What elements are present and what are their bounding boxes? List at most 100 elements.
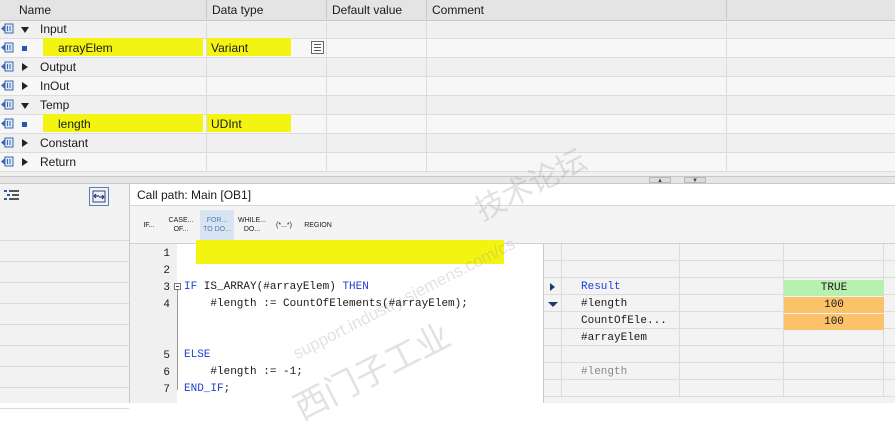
ribbon-label: (*...*) xyxy=(276,222,292,229)
collapse-down-button[interactable]: ▼ xyxy=(684,177,706,184)
code-line[interactable]: ELSE xyxy=(184,347,210,364)
monitor-grid-cell xyxy=(544,261,884,277)
interface-row[interactable]: length UDInt xyxy=(0,114,895,134)
splitter-bar[interactable]: ▲ ▼ xyxy=(0,176,895,184)
parameter-name: InOut xyxy=(40,79,70,93)
name-cell[interactable]: InOut xyxy=(0,77,207,95)
data-type-cell[interactable] xyxy=(207,77,327,95)
code-line[interactable]: #length := -1; xyxy=(184,364,302,381)
monitor-value: 100 xyxy=(784,297,884,313)
insert-while-button[interactable]: WHILE... DO... xyxy=(236,210,268,240)
insert-case-button[interactable]: CASE... OF... xyxy=(165,210,197,240)
monitor-label: #length xyxy=(581,298,628,310)
interface-table: Name Data type Default value Comment Inp… xyxy=(0,0,895,176)
panel-row xyxy=(0,367,129,388)
data-type-cell[interactable]: Variant xyxy=(207,38,327,57)
data-type-cell[interactable] xyxy=(207,96,327,114)
data-type-cell[interactable] xyxy=(207,20,327,38)
insert-for-button[interactable]: FOR... TO DO... xyxy=(200,210,234,240)
monitor-panel: Result TRUE #length 100 CountOfEle... 100 #arr… xyxy=(543,244,895,403)
name-cell[interactable]: Return xyxy=(0,153,207,171)
call-path: Call path: Main [OB1] xyxy=(130,184,895,206)
code-line[interactable]: END_IF; xyxy=(184,381,230,398)
name-cell[interactable]: Output xyxy=(0,58,207,76)
list-indent-icon[interactable] xyxy=(4,188,20,202)
comment-cell[interactable] xyxy=(427,134,727,152)
code-line[interactable]: #length := CountOfElements(#arrayElem); xyxy=(184,296,467,313)
code-line[interactable]: IF IS_ARRAY(#arrayElem) THEN xyxy=(184,279,369,296)
default-value-cell[interactable] xyxy=(327,58,427,76)
parameter-name: Temp xyxy=(40,98,70,112)
comment-cell[interactable] xyxy=(427,77,727,95)
ribbon-label: WHILE... xyxy=(237,217,266,224)
panel-row xyxy=(0,262,129,283)
default-value-cell[interactable] xyxy=(327,153,427,171)
data-type-cell[interactable] xyxy=(207,153,327,171)
comment-cell[interactable] xyxy=(427,96,727,114)
collapse-up-button[interactable]: ▲ xyxy=(649,177,671,184)
insert-region-button[interactable]: REGION xyxy=(301,210,335,240)
interface-row[interactable]: Return xyxy=(0,153,895,172)
default-value-cell[interactable] xyxy=(327,96,427,114)
name-cell[interactable]: Constant xyxy=(0,134,207,152)
interface-row[interactable]: InOut xyxy=(0,77,895,96)
fold-guide-line xyxy=(177,290,178,390)
sync-view-button[interactable] xyxy=(89,187,109,206)
interface-row[interactable]: Input xyxy=(0,20,895,39)
comment-cell[interactable] xyxy=(427,153,727,171)
name-cell[interactable]: Input xyxy=(0,20,207,38)
monitor-grid-cell xyxy=(544,380,884,396)
keyword-token: IF xyxy=(184,281,198,293)
column-header-data-type[interactable]: Data type xyxy=(207,0,327,20)
default-value-cell[interactable] xyxy=(327,134,427,152)
default-value-cell[interactable] xyxy=(327,39,427,57)
data-type-cell[interactable] xyxy=(207,58,327,76)
comment-cell[interactable] xyxy=(427,20,727,38)
monitor-grid-row xyxy=(544,346,895,363)
monitor-label: Result xyxy=(581,281,621,293)
default-value-cell[interactable] xyxy=(327,115,427,133)
expand-arrow-icon[interactable] xyxy=(550,283,555,291)
column-header-default-value[interactable]: Default value xyxy=(327,0,427,20)
default-value-cell[interactable] xyxy=(327,20,427,38)
highlight-mark xyxy=(196,240,504,264)
swap-arrows-icon xyxy=(92,190,106,203)
default-value-cell[interactable] xyxy=(327,77,427,95)
monitor-value: 100 xyxy=(784,314,884,330)
interface-row[interactable]: Temp xyxy=(0,96,895,115)
panel-row xyxy=(0,346,129,367)
panel-row xyxy=(0,388,129,409)
interface-row[interactable]: Output xyxy=(0,58,895,77)
details-button[interactable] xyxy=(311,41,324,54)
data-type-cell[interactable]: UDInt xyxy=(207,114,327,133)
monitor-value: TRUE xyxy=(784,280,884,296)
monitor-grid-row xyxy=(544,380,895,397)
parameter-name: Constant xyxy=(40,136,89,150)
data-type-cell[interactable] xyxy=(207,134,327,152)
comment-cell[interactable] xyxy=(427,58,727,76)
column-header-comment[interactable]: Comment xyxy=(427,0,727,20)
fold-toggle-icon[interactable] xyxy=(174,283,181,290)
name-cell[interactable]: arrayElem xyxy=(0,38,207,57)
name-cell[interactable]: Temp xyxy=(0,96,207,114)
insert-comment-button[interactable]: (*...*) xyxy=(270,210,298,240)
interface-row[interactable]: arrayElem Variant xyxy=(0,38,895,58)
interface-row[interactable]: Constant xyxy=(0,134,895,153)
code-editor[interactable]: IF IS_ARRAY(#arrayElem) THEN #length := … xyxy=(174,240,543,403)
name-cell[interactable]: length xyxy=(0,114,207,133)
keyword-token: THEN xyxy=(342,281,369,293)
collapse-arrow-icon[interactable] xyxy=(548,302,558,307)
comment-cell[interactable] xyxy=(427,115,727,133)
panel-row xyxy=(0,283,129,304)
column-header-name[interactable]: Name xyxy=(0,0,207,20)
insert-if-button[interactable]: IF... xyxy=(136,210,162,240)
line-number: 6 xyxy=(163,367,170,379)
ribbon-label: FOR... xyxy=(206,217,228,224)
comment-cell[interactable] xyxy=(427,39,727,57)
line-number: 3 xyxy=(163,282,170,294)
data-type-value: Variant xyxy=(211,41,249,55)
ribbon-label: REGION xyxy=(304,222,332,229)
line-number: 2 xyxy=(163,265,170,277)
left-tool-panel xyxy=(0,184,130,409)
parameter-name: Return xyxy=(40,155,77,169)
